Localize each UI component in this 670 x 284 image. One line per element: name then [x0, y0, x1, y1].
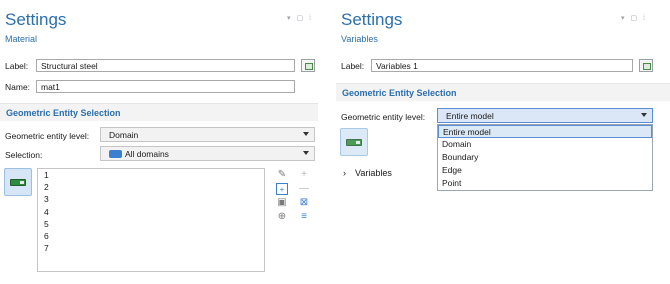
- panel-title: Settings: [5, 10, 67, 29]
- selection-dropdown[interactable]: All domains: [100, 146, 315, 161]
- window-controls[interactable]: ▾ ▢ ⁞: [621, 14, 647, 22]
- show-selection-icon[interactable]: ≡: [298, 211, 310, 223]
- dropdown-option[interactable]: Edge: [438, 164, 652, 177]
- selection-caption: Selection:: [5, 150, 43, 160]
- chevron-down-icon: [641, 113, 647, 117]
- dropdown-option[interactable]: Domain: [438, 138, 652, 151]
- selection-value: All domains: [125, 149, 169, 159]
- list-item[interactable]: 5: [38, 218, 264, 230]
- selection-list[interactable]: 1234567: [37, 168, 265, 272]
- panel-subtitle: Variables: [341, 34, 378, 44]
- dropdown-option[interactable]: Entire model: [438, 125, 652, 138]
- list-item[interactable]: 6: [38, 230, 264, 242]
- entity-level-dropdown[interactable]: Entire model: [437, 108, 653, 123]
- list-item[interactable]: 2: [38, 181, 264, 193]
- list-item[interactable]: 3: [38, 193, 264, 205]
- edit-label-icon[interactable]: [301, 59, 315, 72]
- entity-level-value: Entire model: [446, 111, 494, 121]
- name-field[interactable]: mat1: [36, 80, 295, 93]
- label-caption: Label:: [341, 61, 365, 71]
- edit-label-icon[interactable]: [639, 59, 653, 72]
- entity-level-options[interactable]: Entire model Domain Boundary Edge Point: [437, 124, 653, 191]
- panel-title: Settings: [341, 10, 403, 29]
- name-caption: Name:: [5, 82, 31, 92]
- list-item[interactable]: 7: [38, 242, 264, 254]
- section-geometric-entity-selection[interactable]: Geometric Entity Selection: [0, 103, 318, 121]
- chevron-down-icon: [303, 132, 309, 136]
- entity-level-caption: Geometric entity level:: [5, 131, 90, 141]
- section-variables[interactable]: › Variables: [343, 168, 392, 178]
- paste-icon[interactable]: ✎: [276, 169, 288, 181]
- chevron-right-icon: ›: [343, 168, 346, 178]
- chevron-down-icon: [303, 151, 309, 155]
- variables-label: Variables: [355, 168, 392, 178]
- clear-selection-icon[interactable]: ⊠: [298, 197, 310, 209]
- panel-subtitle: Material: [5, 34, 38, 44]
- label-field[interactable]: Structural steel: [36, 59, 295, 72]
- selection-toggle-icon[interactable]: [340, 128, 368, 156]
- zoom-selection-icon[interactable]: ⊕: [276, 211, 288, 223]
- window-controls[interactable]: ▾ ▢ ⁞: [287, 14, 313, 22]
- selection-toggle-icon[interactable]: [4, 168, 32, 196]
- dropdown-option[interactable]: Point: [438, 177, 652, 190]
- domain-selection-icon: [109, 150, 122, 158]
- label-field[interactable]: Variables 1: [371, 59, 633, 72]
- add-icon[interactable]: +: [298, 169, 310, 181]
- remove-icon[interactable]: —: [298, 183, 310, 195]
- copy-icon[interactable]: +: [276, 183, 288, 195]
- list-item[interactable]: 4: [38, 206, 264, 218]
- list-item[interactable]: 1: [38, 169, 264, 181]
- entity-level-caption: Geometric entity level:: [341, 112, 426, 122]
- section-geometric-entity-selection[interactable]: Geometric Entity Selection: [336, 83, 670, 101]
- clipboard-icon[interactable]: ▣: [276, 197, 288, 209]
- entity-level-dropdown[interactable]: Domain: [100, 127, 315, 142]
- dropdown-option[interactable]: Boundary: [438, 151, 652, 164]
- settings-panel-material: Settings Material ▾ ▢ ⁞ Label: Structura…: [0, 0, 318, 284]
- label-caption: Label:: [5, 61, 29, 71]
- entity-level-value: Domain: [109, 130, 139, 140]
